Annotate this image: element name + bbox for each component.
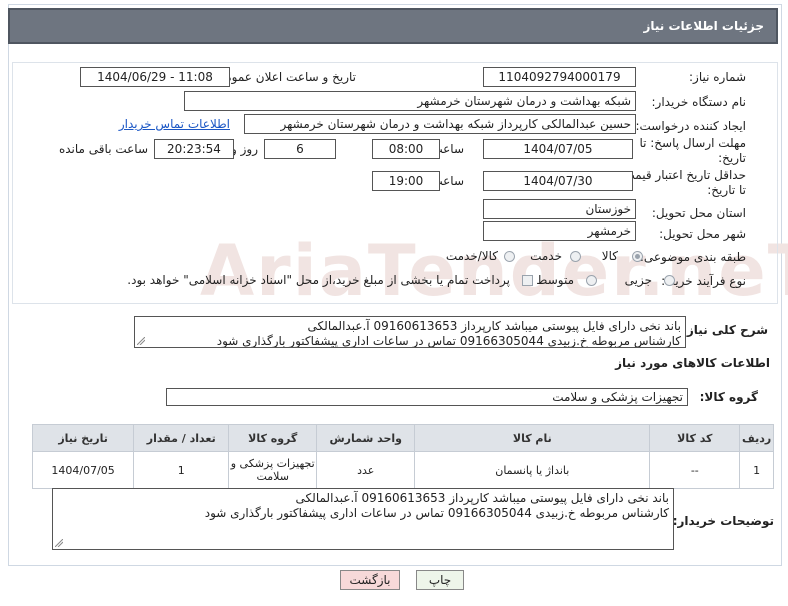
city-label: شهر محل تحویل: bbox=[659, 227, 746, 241]
process-medium-radio[interactable] bbox=[586, 275, 597, 286]
table-header-row: ردیف کد کالا نام کالا واحد شمارش گروه کا… bbox=[31, 424, 774, 452]
creator-field: حسین عبدالمالکی کارپرداز شبکه بهداشت و د… bbox=[244, 114, 636, 134]
need-number-field: 1104092794000179 bbox=[483, 67, 636, 87]
validity-label-1: حداقل تاریخ اعتبار قیمت: bbox=[619, 168, 746, 182]
resize-grip-icon[interactable] bbox=[55, 539, 63, 547]
validity-label-2: تا تاریخ: bbox=[707, 183, 746, 197]
contact-buyer-link[interactable]: اطلاعات تماس خریدار bbox=[119, 117, 230, 131]
description-line-1: باند نخی دارای فایل پیوستی میباشد کارپرد… bbox=[307, 319, 681, 333]
category-service-radio[interactable] bbox=[570, 251, 581, 262]
category-goods-label: کالا bbox=[601, 249, 618, 263]
cell-qty: 1 bbox=[133, 451, 230, 489]
col-group: گروه کالا bbox=[228, 424, 318, 452]
col-code: کد کالا bbox=[649, 424, 741, 452]
province-field: خوزستان bbox=[483, 199, 636, 219]
goods-section-title: اطلاعات کالاهای مورد نیاز bbox=[615, 356, 770, 370]
treasury-note: پرداخت تمام یا بخشی از مبلغ خرید،از محل … bbox=[127, 273, 510, 287]
buyer-notes-textarea[interactable]: باند نخی دارای فایل پیوستی میباشد کارپرد… bbox=[52, 488, 674, 550]
cell-group: تجهیزات پزشکی و سلامت bbox=[228, 451, 318, 489]
category-label: طبقه بندی موضوعی: bbox=[639, 250, 746, 264]
resize-grip-icon[interactable] bbox=[137, 337, 145, 345]
process-minor-radio[interactable] bbox=[664, 275, 675, 286]
creator-label: ایجاد کننده درخواست: bbox=[635, 119, 746, 133]
buyer-notes-label: توضیحات خریدار: bbox=[672, 514, 774, 528]
cell-date: 1404/07/05 bbox=[31, 451, 135, 489]
buyer-org-field: شبکه بهداشت و درمان شهرستان خرمشهر bbox=[184, 91, 636, 111]
province-label: استان محل تحویل: bbox=[651, 206, 746, 220]
buyer-notes-line-2: کارشناس مربوطه خ.زبیدی 09166305044 تماس … bbox=[204, 506, 669, 520]
col-date: تاریخ نیاز bbox=[31, 424, 135, 452]
page-title: جزئیات اطلاعات نیاز bbox=[8, 8, 778, 44]
back-button[interactable]: بازگشت bbox=[340, 570, 400, 590]
validity-time-field: 19:00 bbox=[372, 171, 440, 191]
goods-group-field: تجهیزات پزشکی و سلامت bbox=[166, 388, 688, 406]
cell-unit: عدد bbox=[316, 451, 416, 489]
announce-label: تاریخ و ساعت اعلان عمومی: bbox=[211, 70, 356, 84]
category-both-label: کالا/خدمت bbox=[445, 249, 498, 263]
description-textarea[interactable]: باند نخی دارای فایل پیوستی میباشد کارپرد… bbox=[134, 316, 686, 348]
validity-date-field: 1404/07/30 bbox=[483, 171, 633, 191]
buyer-notes-line-1: باند نخی دارای فایل پیوستی میباشد کارپرد… bbox=[295, 491, 669, 505]
need-number-label: شماره نیاز: bbox=[689, 70, 746, 84]
days-field: 6 bbox=[264, 139, 336, 159]
remaining-label: ساعت باقی مانده bbox=[58, 142, 148, 156]
deadline-label-1: مهلت ارسال پاسخ: تا bbox=[639, 136, 746, 150]
category-goods-radio[interactable] bbox=[632, 251, 643, 262]
buyer-org-label: نام دستگاه خریدار: bbox=[651, 95, 747, 109]
col-name: نام کالا bbox=[414, 424, 651, 452]
process-minor-label: جزیی bbox=[624, 273, 652, 287]
print-button[interactable]: چاپ bbox=[416, 570, 464, 590]
process-medium-label: متوسط bbox=[536, 273, 574, 287]
cell-row: 1 bbox=[739, 451, 774, 489]
deadline-date-field: 1404/07/05 bbox=[483, 139, 633, 159]
col-qty: تعداد / مقدار bbox=[133, 424, 230, 452]
city-field: خرمشهر bbox=[483, 221, 636, 241]
category-service-label: خدمت bbox=[530, 249, 562, 263]
description-line-2: کارشناس مربوطه خ.زبیدی 09166305044 تماس … bbox=[216, 334, 681, 348]
deadline-time-field: 08:00 bbox=[372, 139, 440, 159]
remaining-time-field: 20:23:54 bbox=[154, 139, 234, 159]
cell-code: -- bbox=[649, 451, 741, 489]
category-both-radio[interactable] bbox=[504, 251, 515, 262]
treasury-checkbox[interactable] bbox=[522, 275, 533, 286]
col-row: ردیف bbox=[739, 424, 774, 452]
days-label: روز و bbox=[231, 142, 258, 156]
description-label: شرح کلی نیاز: bbox=[682, 323, 768, 337]
goods-group-label: گروه کالا: bbox=[699, 390, 758, 404]
cell-name: بانداژ یا پانسمان bbox=[414, 451, 651, 489]
table-row[interactable]: 1 -- بانداژ یا پانسمان عدد تجهیزات پزشکی… bbox=[31, 451, 774, 489]
col-unit: واحد شمارش bbox=[316, 424, 416, 452]
deadline-label-2: تاریخ: bbox=[718, 151, 746, 165]
announce-field: 1404/06/29 - 11:08 bbox=[80, 67, 230, 87]
goods-table: ردیف کد کالا نام کالا واحد شمارش گروه کا… bbox=[31, 424, 774, 489]
